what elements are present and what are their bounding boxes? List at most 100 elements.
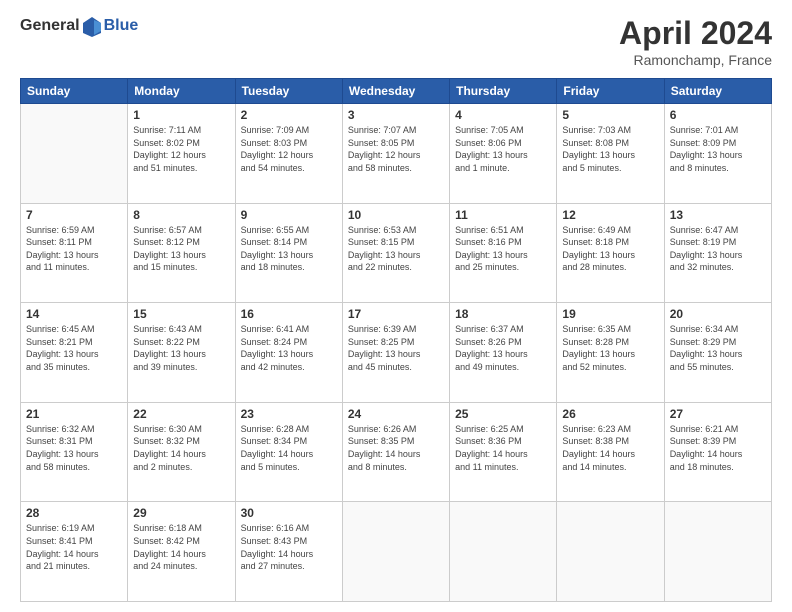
- calendar-header-sunday: Sunday: [21, 79, 128, 104]
- day-number: 27: [670, 407, 766, 421]
- day-number: 19: [562, 307, 658, 321]
- title-section: April 2024 Ramonchamp, France: [619, 15, 772, 68]
- calendar-cell: 20Sunrise: 6:34 AM Sunset: 8:29 PM Dayli…: [664, 303, 771, 403]
- day-info: Sunrise: 6:45 AM Sunset: 8:21 PM Dayligh…: [26, 323, 122, 373]
- day-number: 16: [241, 307, 337, 321]
- calendar-header-thursday: Thursday: [450, 79, 557, 104]
- day-info: Sunrise: 6:35 AM Sunset: 8:28 PM Dayligh…: [562, 323, 658, 373]
- day-info: Sunrise: 6:30 AM Sunset: 8:32 PM Dayligh…: [133, 423, 229, 473]
- day-info: Sunrise: 6:53 AM Sunset: 8:15 PM Dayligh…: [348, 224, 444, 274]
- day-number: 21: [26, 407, 122, 421]
- day-number: 15: [133, 307, 229, 321]
- calendar-header-friday: Friday: [557, 79, 664, 104]
- calendar-week-1: 7Sunrise: 6:59 AM Sunset: 8:11 PM Daylig…: [21, 203, 772, 303]
- calendar-cell: 30Sunrise: 6:16 AM Sunset: 8:43 PM Dayli…: [235, 502, 342, 602]
- day-number: 29: [133, 506, 229, 520]
- day-info: Sunrise: 6:37 AM Sunset: 8:26 PM Dayligh…: [455, 323, 551, 373]
- day-number: 1: [133, 108, 229, 122]
- calendar-cell: 22 Sunrise: 6:30 AM Sunset: 8:32 PM Dayli…: [128, 402, 235, 502]
- calendar-cell: 29 Sunrise: 6:18 AM Sunset: 8:42 PM Dayli…: [128, 502, 235, 602]
- calendar-cell: 11Sunrise: 6:51 AM Sunset: 8:16 PM Dayli…: [450, 203, 557, 303]
- logo: General Blue: [20, 15, 138, 37]
- day-info: Sunrise: 7:03 AM Sunset: 8:08 PM Dayligh…: [562, 124, 658, 174]
- day-number: 2: [241, 108, 337, 122]
- day-number: 17: [348, 307, 444, 321]
- day-info: Sunrise: 6:43 AM Sunset: 8:22 PM Dayligh…: [133, 323, 229, 373]
- day-number: 6: [670, 108, 766, 122]
- day-number: 13: [670, 208, 766, 222]
- calendar-cell: 27 Sunrise: 6:21 AM Sunset: 8:39 PM Dayli…: [664, 402, 771, 502]
- calendar-cell: 23Sunrise: 6:28 AM Sunset: 8:34 PM Dayli…: [235, 402, 342, 502]
- day-number: 18: [455, 307, 551, 321]
- day-info: Sunrise: 6:57 AM Sunset: 8:12 PM Dayligh…: [133, 224, 229, 274]
- day-info: Sunrise: 6:21 AM Sunset: 8:39 PM Dayligh…: [670, 423, 766, 473]
- calendar-cell: 15 Sunrise: 6:43 AM Sunset: 8:22 PM Dayli…: [128, 303, 235, 403]
- day-info: Sunrise: 6:19 AM Sunset: 8:41 PM Dayligh…: [26, 522, 122, 572]
- page: General Blue April 2024 Ramonchamp, Fran…: [0, 0, 792, 612]
- calendar-header-tuesday: Tuesday: [235, 79, 342, 104]
- calendar-cell: 1 Sunrise: 7:11 AM Sunset: 8:02 PM Daylig…: [128, 104, 235, 204]
- calendar-cell: 17 Sunrise: 6:39 AM Sunset: 8:25 PM Dayli…: [342, 303, 449, 403]
- day-number: 3: [348, 108, 444, 122]
- calendar-cell: [342, 502, 449, 602]
- day-info: Sunrise: 7:09 AM Sunset: 8:03 PM Dayligh…: [241, 124, 337, 174]
- calendar-cell: [450, 502, 557, 602]
- day-info: Sunrise: 6:34 AM Sunset: 8:29 PM Dayligh…: [670, 323, 766, 373]
- calendar-cell: 7Sunrise: 6:59 AM Sunset: 8:11 PM Daylig…: [21, 203, 128, 303]
- day-info: Sunrise: 6:28 AM Sunset: 8:34 PM Dayligh…: [241, 423, 337, 473]
- calendar-cell: [557, 502, 664, 602]
- day-info: Sunrise: 6:51 AM Sunset: 8:16 PM Dayligh…: [455, 224, 551, 274]
- calendar-cell: 18 Sunrise: 6:37 AM Sunset: 8:26 PM Dayli…: [450, 303, 557, 403]
- day-number: 22: [133, 407, 229, 421]
- day-number: 7: [26, 208, 122, 222]
- day-number: 12: [562, 208, 658, 222]
- calendar-cell: 24Sunrise: 6:26 AM Sunset: 8:35 PM Dayli…: [342, 402, 449, 502]
- day-info: Sunrise: 6:39 AM Sunset: 8:25 PM Dayligh…: [348, 323, 444, 373]
- calendar-header-monday: Monday: [128, 79, 235, 104]
- day-info: Sunrise: 6:23 AM Sunset: 8:38 PM Dayligh…: [562, 423, 658, 473]
- logo-blue: Blue: [104, 17, 139, 35]
- calendar-week-3: 21Sunrise: 6:32 AM Sunset: 8:31 PM Dayli…: [21, 402, 772, 502]
- calendar-cell: 5 Sunrise: 7:03 AM Sunset: 8:08 PM Daylig…: [557, 104, 664, 204]
- day-number: 9: [241, 208, 337, 222]
- calendar-cell: 25 Sunrise: 6:25 AM Sunset: 8:36 PM Dayli…: [450, 402, 557, 502]
- day-info: Sunrise: 7:01 AM Sunset: 8:09 PM Dayligh…: [670, 124, 766, 174]
- day-info: Sunrise: 7:05 AM Sunset: 8:06 PM Dayligh…: [455, 124, 551, 174]
- day-info: Sunrise: 6:26 AM Sunset: 8:35 PM Dayligh…: [348, 423, 444, 473]
- calendar-cell: 8 Sunrise: 6:57 AM Sunset: 8:12 PM Daylig…: [128, 203, 235, 303]
- calendar-cell: 12 Sunrise: 6:49 AM Sunset: 8:18 PM Dayli…: [557, 203, 664, 303]
- calendar-cell: 19 Sunrise: 6:35 AM Sunset: 8:28 PM Dayli…: [557, 303, 664, 403]
- location: Ramonchamp, France: [619, 52, 772, 68]
- day-number: 8: [133, 208, 229, 222]
- day-number: 30: [241, 506, 337, 520]
- calendar-cell: [21, 104, 128, 204]
- day-info: Sunrise: 6:41 AM Sunset: 8:24 PM Dayligh…: [241, 323, 337, 373]
- day-info: Sunrise: 6:47 AM Sunset: 8:19 PM Dayligh…: [670, 224, 766, 274]
- day-number: 25: [455, 407, 551, 421]
- calendar-cell: 21Sunrise: 6:32 AM Sunset: 8:31 PM Dayli…: [21, 402, 128, 502]
- calendar-week-0: 1 Sunrise: 7:11 AM Sunset: 8:02 PM Daylig…: [21, 104, 772, 204]
- day-info: Sunrise: 6:18 AM Sunset: 8:42 PM Dayligh…: [133, 522, 229, 572]
- day-number: 14: [26, 307, 122, 321]
- day-number: 28: [26, 506, 122, 520]
- calendar-cell: 9 Sunrise: 6:55 AM Sunset: 8:14 PM Daylig…: [235, 203, 342, 303]
- day-info: Sunrise: 6:49 AM Sunset: 8:18 PM Dayligh…: [562, 224, 658, 274]
- day-info: Sunrise: 6:55 AM Sunset: 8:14 PM Dayligh…: [241, 224, 337, 274]
- calendar-cell: 26 Sunrise: 6:23 AM Sunset: 8:38 PM Dayli…: [557, 402, 664, 502]
- day-info: Sunrise: 7:07 AM Sunset: 8:05 PM Dayligh…: [348, 124, 444, 174]
- calendar-cell: 3 Sunrise: 7:07 AM Sunset: 8:05 PM Daylig…: [342, 104, 449, 204]
- day-info: Sunrise: 7:11 AM Sunset: 8:02 PM Dayligh…: [133, 124, 229, 174]
- calendar-cell: 14 Sunrise: 6:45 AM Sunset: 8:21 PM Dayli…: [21, 303, 128, 403]
- calendar-header-saturday: Saturday: [664, 79, 771, 104]
- header: General Blue April 2024 Ramonchamp, Fran…: [20, 15, 772, 68]
- day-info: Sunrise: 6:25 AM Sunset: 8:36 PM Dayligh…: [455, 423, 551, 473]
- calendar-header-row: SundayMondayTuesdayWednesdayThursdayFrid…: [21, 79, 772, 104]
- calendar-cell: [664, 502, 771, 602]
- month-year: April 2024: [619, 15, 772, 52]
- day-number: 5: [562, 108, 658, 122]
- day-number: 26: [562, 407, 658, 421]
- calendar-cell: 10Sunrise: 6:53 AM Sunset: 8:15 PM Dayli…: [342, 203, 449, 303]
- calendar-cell: 28 Sunrise: 6:19 AM Sunset: 8:41 PM Dayli…: [21, 502, 128, 602]
- calendar-cell: 4Sunrise: 7:05 AM Sunset: 8:06 PM Daylig…: [450, 104, 557, 204]
- logo-icon: [81, 15, 103, 37]
